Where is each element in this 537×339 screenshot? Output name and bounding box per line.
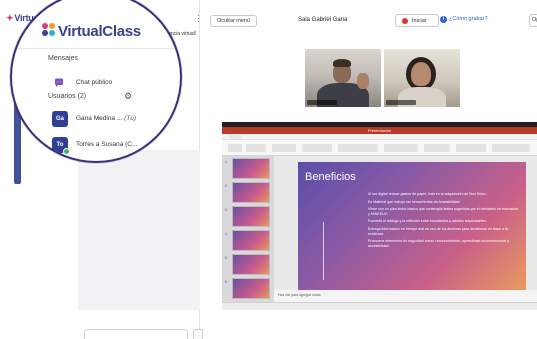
user-name: Gana Medina ... (Tú) xyxy=(76,115,136,122)
logo-mark-icon xyxy=(42,23,56,37)
slide-title: Beneficios xyxy=(305,171,356,183)
record-icon xyxy=(402,18,408,24)
user-name-text: Torres a Susana (C... xyxy=(76,141,138,148)
slide-bullet: Viene con un plan lector básico que cont… xyxy=(368,207,519,216)
slide-bullet: Al ser digital reduce gastos de papel, t… xyxy=(368,192,487,196)
chat-panel-area xyxy=(78,150,200,310)
magnified-logo: VirtualClass xyxy=(42,23,141,40)
ppt-tool xyxy=(456,144,486,152)
avatar: Ga xyxy=(52,111,68,127)
slide-thumbnail[interactable] xyxy=(232,278,270,299)
ppt-tool xyxy=(492,144,530,152)
virtualclass-app: ✦VirtualCla nzo experiencia virtual! ···… xyxy=(0,0,537,339)
thumbnail-number: 2 xyxy=(225,184,227,188)
gear-icon[interactable]: ⚙ xyxy=(124,91,132,102)
magnifier-callout: VirtualClass Mensajes Chat público Usuar… xyxy=(10,0,182,163)
ppt-tab-active xyxy=(229,135,241,139)
slide-thumbnail[interactable] xyxy=(232,230,270,251)
slide-thumbnail[interactable] xyxy=(232,206,270,227)
thumbnail-number: 3 xyxy=(225,208,227,212)
slide-thumbnail[interactable] xyxy=(232,254,270,275)
chat-bubble-icon xyxy=(55,78,63,87)
record-label: Iniciar xyxy=(412,18,427,24)
slide-bullet-list: Al ser digital reduce gastos de papel, t… xyxy=(368,192,520,251)
ppt-tool xyxy=(302,144,332,152)
current-slide[interactable]: Beneficios Al ser digital reduce gastos … xyxy=(298,162,526,290)
slide-thumbnail[interactable] xyxy=(232,158,270,179)
ppt-tool xyxy=(384,144,418,152)
ppt-title-bar: Presentación xyxy=(222,127,537,134)
video-name-label xyxy=(307,100,337,105)
online-status-icon xyxy=(63,148,70,155)
slide-bullet: Entrega información en tiempo real de us… xyxy=(368,226,508,236)
video-name-label xyxy=(386,100,416,105)
user-name-text: Gana Medina ... xyxy=(76,115,123,122)
how-to-record-link[interactable]: i ¿Cómo grabar? xyxy=(440,16,488,23)
ppt-status-bar xyxy=(222,302,537,310)
ppt-tool xyxy=(246,144,266,152)
thumbnail-number: 1 xyxy=(225,160,227,164)
ppt-tool xyxy=(272,144,296,152)
participant-hand xyxy=(357,73,369,89)
ppt-workspace: 1 2 3 4 5 6 Beneficios Al ser digital re… xyxy=(222,156,537,302)
participant-head xyxy=(411,62,431,86)
logo-text: VirtualClass xyxy=(58,23,141,40)
ppt-tool xyxy=(228,144,242,152)
start-recording-button[interactable]: Iniciar xyxy=(395,14,439,27)
thumbnail-number: 6 xyxy=(225,280,227,284)
ppt-tool xyxy=(424,144,450,152)
public-chat-label: Chat público xyxy=(76,79,113,86)
user-name: Torres a Susana (C... xyxy=(76,141,137,148)
slide-bullet: Promueve elementos de seguridad como: re… xyxy=(368,239,510,248)
user-list-item[interactable]: Ga Gana Medina ... (Tú) xyxy=(52,111,180,129)
video-tile-teacher[interactable] xyxy=(305,49,381,107)
top-bar: Ocultar menú Sala Gabriel Gana Iniciar i… xyxy=(200,0,537,40)
ppt-toolbar xyxy=(222,140,537,156)
how-to-record-label: ¿Cómo grabar? xyxy=(449,16,488,22)
video-tile-student[interactable] xyxy=(384,49,460,107)
options-button[interactable]: Op xyxy=(529,14,537,27)
divider xyxy=(12,48,180,49)
shared-screen[interactable]: Presentación 1 2 3 4 5 6 Beneficios Al s… xyxy=(222,122,537,310)
participant-hair xyxy=(333,59,351,67)
room-title: Sala Gabriel Gana xyxy=(298,17,348,23)
hide-menu-button[interactable]: Ocultar menú xyxy=(210,15,258,27)
logo-mark-icon: ✦ xyxy=(6,13,14,23)
slide-decorative-line xyxy=(323,222,324,280)
user-list-item[interactable]: To Torres a Susana (C... xyxy=(52,137,180,155)
messages-header: Mensajes xyxy=(48,55,78,62)
ppt-tool xyxy=(338,144,378,152)
thumbnail-number: 5 xyxy=(225,256,227,260)
you-badge: (Tú) xyxy=(124,115,136,122)
send-button[interactable] xyxy=(193,329,203,339)
users-header: Usuarios (2) xyxy=(48,93,87,100)
slide-bullet: Es Material que incluye las herramientas… xyxy=(368,199,461,204)
slide-bullet: Fomenta el diálogo y la reflexión entre … xyxy=(368,219,488,224)
slide-notes[interactable]: Haz clic para agregar notas xyxy=(274,290,537,302)
slide-thumbnails: 1 2 3 4 5 6 xyxy=(222,156,274,302)
chat-message-input[interactable] xyxy=(84,329,188,339)
info-icon: i xyxy=(440,16,447,23)
slide-thumbnail[interactable] xyxy=(232,182,270,203)
thumbnail-number: 4 xyxy=(225,232,227,236)
